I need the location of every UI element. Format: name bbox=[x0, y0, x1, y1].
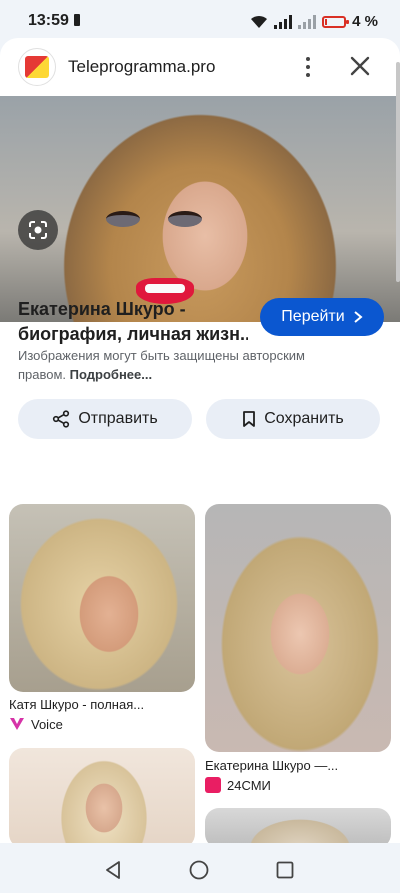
home-icon[interactable] bbox=[189, 860, 209, 880]
scrollbar[interactable] bbox=[396, 62, 400, 282]
related-caption[interactable]: Катя Шкуро - полная... bbox=[9, 697, 144, 712]
close-icon[interactable] bbox=[346, 52, 374, 80]
chevron-right-icon bbox=[354, 311, 363, 323]
visit-button[interactable]: Перейти bbox=[260, 298, 384, 336]
wifi-icon bbox=[251, 15, 268, 28]
battery-percent: 4 % bbox=[352, 13, 378, 30]
signal-icon bbox=[274, 14, 293, 29]
result-title-line: Екатерина Шкуро - bbox=[18, 299, 186, 319]
save-button[interactable]: Сохранить bbox=[206, 399, 380, 439]
share-icon bbox=[53, 410, 70, 428]
smi-logo-icon bbox=[205, 777, 221, 793]
image-detail bbox=[168, 211, 202, 227]
preview-image[interactable] bbox=[0, 96, 400, 322]
site-name[interactable]: Teleprogramma.pro bbox=[68, 57, 215, 77]
related-image[interactable] bbox=[205, 808, 391, 848]
signal-2-icon bbox=[298, 14, 317, 29]
system-nav-bar bbox=[0, 843, 400, 893]
copyright-text: Изображения могут быть защищены авторски… bbox=[18, 348, 305, 382]
back-icon[interactable] bbox=[104, 860, 122, 880]
visit-button-label: Перейти bbox=[281, 308, 345, 325]
related-caption[interactable]: Екатерина Шкуро —... bbox=[205, 758, 338, 773]
copyright-note: Изображения могут быть защищены авторски… bbox=[18, 346, 348, 384]
share-label: Отправить bbox=[78, 410, 158, 427]
more-options-icon[interactable] bbox=[296, 54, 320, 80]
google-lens-icon[interactable] bbox=[18, 210, 58, 250]
status-time: 13:59 bbox=[28, 12, 69, 29]
related-image[interactable] bbox=[9, 504, 195, 692]
voice-logo-icon bbox=[10, 718, 24, 730]
result-title[interactable]: Екатерина Шкуро - биография, личная жизн… bbox=[18, 297, 248, 347]
related-source: 24СМИ bbox=[205, 777, 271, 793]
battery-icon bbox=[322, 15, 350, 28]
preview-header: Teleprogramma.pro bbox=[0, 38, 400, 96]
related-image[interactable] bbox=[205, 504, 391, 752]
related-source: Voice bbox=[9, 716, 63, 732]
learn-more-link[interactable]: Подробнее... bbox=[70, 367, 152, 382]
recents-icon[interactable] bbox=[276, 861, 294, 879]
related-source-name: 24СМИ bbox=[227, 777, 271, 793]
related-image[interactable] bbox=[9, 748, 195, 848]
bookmark-icon bbox=[243, 411, 256, 427]
related-source-name: Voice bbox=[31, 716, 63, 732]
share-button[interactable]: Отправить bbox=[18, 399, 192, 439]
status-icons: 4 % bbox=[250, 13, 378, 30]
image-detail bbox=[106, 211, 140, 227]
site-favicon-icon[interactable] bbox=[18, 48, 56, 86]
save-label: Сохранить bbox=[264, 410, 344, 427]
sim-icon bbox=[74, 14, 80, 26]
result-title-line: биография, личная жизн... bbox=[18, 324, 248, 344]
image-detail bbox=[145, 284, 185, 293]
